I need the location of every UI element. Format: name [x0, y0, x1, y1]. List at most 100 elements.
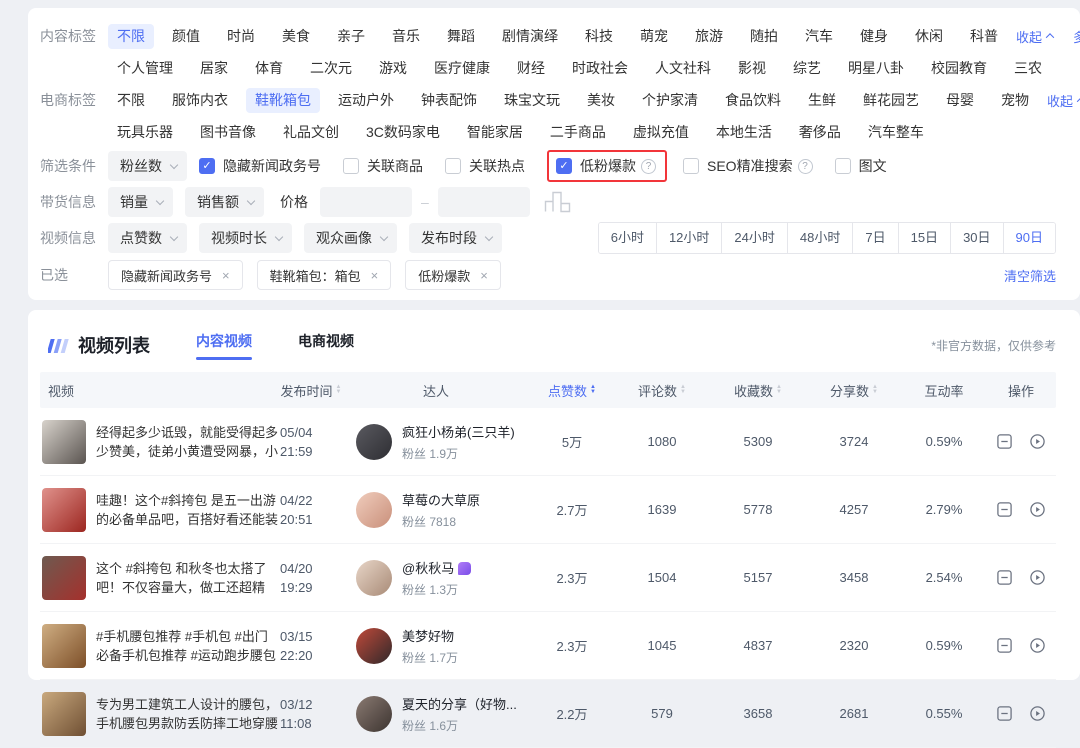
video-title[interactable]: 专为男工建筑工人设计的腰包，手机腰包男款防丢防摔工地穿腰带...: [96, 695, 280, 733]
content-tag-2[interactable]: 时尚: [218, 24, 264, 49]
remove-filter-icon[interactable]: ×: [371, 268, 379, 283]
content-tag-2-1[interactable]: 居家: [191, 56, 237, 81]
data-detail-icon[interactable]: [996, 637, 1013, 654]
price-min-input[interactable]: [320, 187, 412, 217]
ecom-tag-8[interactable]: 食品饮料: [716, 88, 790, 113]
content-tag-11[interactable]: 随拍: [741, 24, 787, 49]
content-tag-3[interactable]: 美食: [273, 24, 319, 49]
creator-name[interactable]: 疯狂小杨弟(三只羊): [402, 422, 515, 441]
content-tag-7[interactable]: 剧情演绎: [493, 24, 567, 49]
content-tag-15[interactable]: 科普: [961, 24, 1007, 49]
ecom-tag-9[interactable]: 生鲜: [799, 88, 845, 113]
play-video-icon[interactable]: [1029, 705, 1046, 722]
creator-avatar[interactable]: [356, 627, 392, 664]
column-header-3[interactable]: 点赞数 ▲ ▼: [530, 381, 614, 400]
ecom-tag-1[interactable]: 服饰内衣: [163, 88, 237, 113]
sort-icon[interactable]: ▲ ▼: [590, 384, 596, 395]
ecom-tag-11[interactable]: 母婴: [937, 88, 983, 113]
help-icon[interactable]: ?: [797, 158, 813, 174]
sort-icon[interactable]: ▲ ▼: [336, 384, 342, 395]
time-range-button-5[interactable]: 15日: [897, 223, 951, 253]
time-range-button-4[interactable]: 7日: [852, 223, 898, 253]
fans-count-dropdown[interactable]: 粉丝数: [108, 151, 187, 181]
column-header-4[interactable]: 评论数 ▲ ▼: [614, 381, 710, 400]
video-dropdown-1[interactable]: 视频时长: [199, 223, 292, 253]
video-thumbnail[interactable]: [42, 555, 86, 600]
checkbox-item-2[interactable]: 关联热点: [445, 156, 525, 176]
content-tag-10[interactable]: 旅游: [686, 24, 732, 49]
video-dropdown-0[interactable]: 点赞数: [108, 223, 187, 253]
commerce-dropdown-1[interactable]: 销售额: [185, 187, 264, 217]
video-title[interactable]: #手机腰包推荐 #手机包 #出门必备手机包推荐 #运动跑步腰包 #: [96, 627, 280, 665]
checkbox-checked-icon[interactable]: ✓: [199, 158, 215, 174]
checkbox-item-3[interactable]: ✓ 低粉爆款?: [556, 156, 656, 176]
content-tag-2-0[interactable]: 个人管理: [108, 56, 182, 81]
content-tag-0[interactable]: 不限: [108, 23, 154, 49]
video-thumbnail[interactable]: [42, 623, 86, 668]
checkbox-item-0[interactable]: ✓ 隐藏新闻政务号: [199, 156, 321, 176]
content-collapse-link[interactable]: 收起: [1016, 27, 1055, 46]
ecom-tag-2-8[interactable]: 奢侈品: [790, 120, 850, 145]
content-tag-13[interactable]: 健身: [851, 24, 897, 49]
ecom-tag-3[interactable]: 运动户外: [329, 88, 403, 113]
content-tag-14[interactable]: 休闲: [906, 24, 952, 49]
sort-icon[interactable]: ▲ ▼: [872, 384, 878, 395]
sort-icon[interactable]: ▲ ▼: [680, 384, 686, 395]
video-thumbnail[interactable]: [42, 691, 86, 736]
remove-filter-icon[interactable]: ×: [480, 268, 488, 283]
data-detail-icon[interactable]: [996, 433, 1013, 450]
ecom-tag-6[interactable]: 美妆: [578, 88, 624, 113]
ecom-tag-2-6[interactable]: 虚拟充值: [624, 120, 698, 145]
ecom-tag-2-7[interactable]: 本地生活: [707, 120, 781, 145]
video-title[interactable]: 这个 #斜挎包 和秋冬也太搭了吧！不仅容量大，做工还超精细...: [96, 559, 280, 597]
checkbox-unchecked-icon[interactable]: [343, 158, 359, 174]
checkbox-unchecked-icon[interactable]: [445, 158, 461, 174]
content-tag-1[interactable]: 颜值: [163, 24, 209, 49]
content-tag-2-11[interactable]: 明星八卦: [839, 56, 913, 81]
sort-icon[interactable]: ▲ ▼: [776, 384, 782, 395]
video-thumbnail[interactable]: [42, 487, 86, 532]
content-tag-12[interactable]: 汽车: [796, 24, 842, 49]
content-tag-4[interactable]: 亲子: [328, 24, 374, 49]
ecom-tag-2[interactable]: 鞋靴箱包: [246, 87, 320, 113]
checkbox-item-1[interactable]: 关联商品: [343, 156, 423, 176]
ecom-tag-7[interactable]: 个护家清: [633, 88, 707, 113]
column-header-5[interactable]: 收藏数 ▲ ▼: [710, 381, 806, 400]
data-detail-icon[interactable]: [996, 569, 1013, 586]
time-range-button-1[interactable]: 12小时: [655, 223, 722, 253]
content-tag-5[interactable]: 音乐: [383, 24, 429, 49]
checkbox-checked-icon[interactable]: ✓: [556, 158, 572, 174]
content-tag-2-3[interactable]: 二次元: [301, 56, 361, 81]
ecom-tag-4[interactable]: 钟表配饰: [412, 88, 486, 113]
time-range-button-7[interactable]: 90日: [1002, 223, 1055, 253]
video-dropdown-2[interactable]: 观众画像: [304, 223, 397, 253]
content-tag-2-8[interactable]: 人文社科: [646, 56, 720, 81]
ecom-tag-2-5[interactable]: 二手商品: [541, 120, 615, 145]
creator-name[interactable]: 草莓の大草原: [402, 490, 480, 509]
content-tag-2-10[interactable]: 综艺: [784, 56, 830, 81]
creator-name[interactable]: 夏天的分享（好物...: [402, 694, 517, 713]
ecom-tag-2-3[interactable]: 3C数码家电: [357, 120, 449, 145]
checkbox-unchecked-icon[interactable]: [834, 158, 851, 174]
creator-avatar[interactable]: [356, 695, 392, 732]
tab-content-videos[interactable]: 内容视频: [196, 331, 252, 360]
price-max-input[interactable]: [437, 187, 530, 217]
content-tag-2-13[interactable]: 三农: [1005, 56, 1051, 81]
time-range-button-6[interactable]: 30日: [950, 223, 1003, 253]
creator-name[interactable]: @秋秋马: [402, 558, 472, 577]
checkbox-item-4[interactable]: SEO精准搜索?: [683, 156, 813, 176]
ecom-tag-12[interactable]: 宠物: [992, 88, 1038, 113]
creator-name[interactable]: 美梦好物: [402, 626, 458, 645]
time-range-button-0[interactable]: 6小时: [598, 223, 656, 253]
content-tag-6[interactable]: 舞蹈: [438, 24, 484, 49]
ecom-tag-10[interactable]: 鲜花园艺: [854, 88, 928, 113]
content-tag-2-7[interactable]: 时政社会: [563, 56, 637, 81]
content-tag-8[interactable]: 科技: [576, 24, 622, 49]
checkbox-unchecked-icon[interactable]: [683, 158, 699, 174]
creator-avatar[interactable]: [356, 491, 392, 528]
creator-avatar[interactable]: [356, 559, 392, 596]
ecom-tag-2-0[interactable]: 玩具乐器: [108, 120, 182, 145]
ecom-tag-0[interactable]: 不限: [108, 88, 154, 113]
creator-avatar[interactable]: [356, 423, 392, 460]
play-video-icon[interactable]: [1029, 433, 1046, 450]
